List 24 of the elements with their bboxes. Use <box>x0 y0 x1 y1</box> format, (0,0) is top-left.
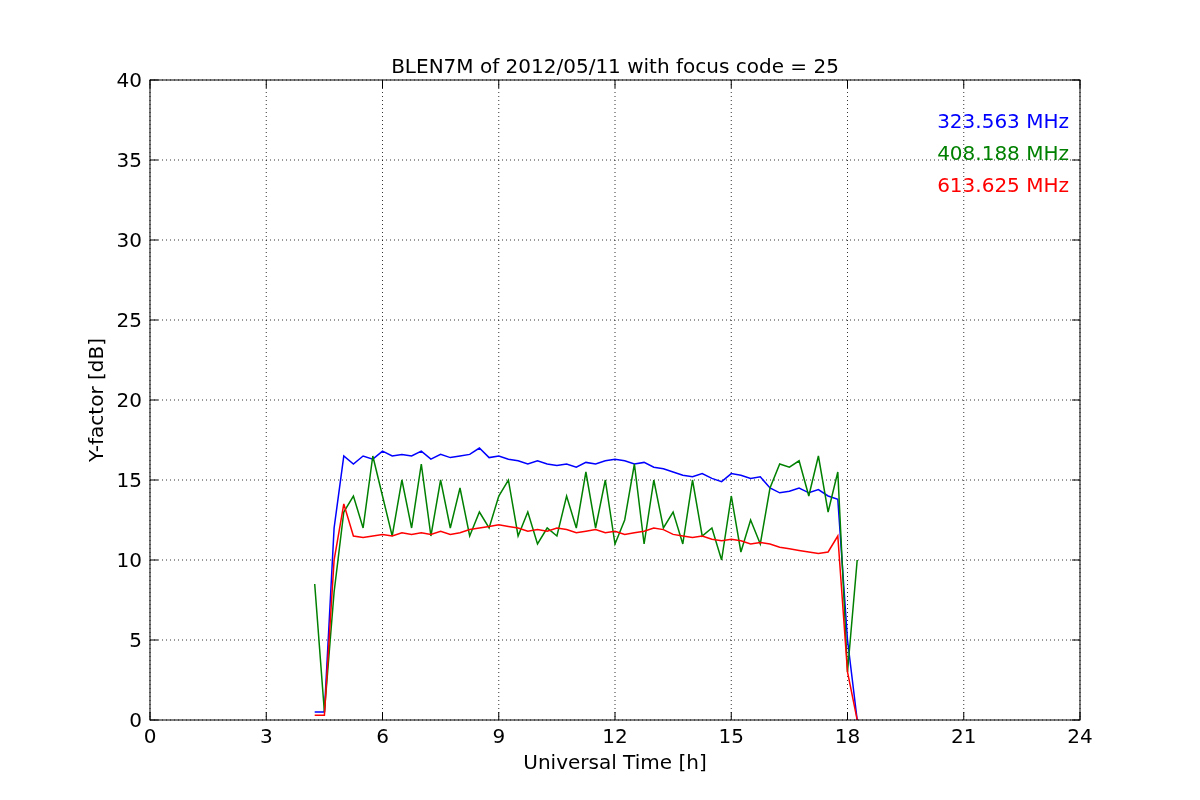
tick-label: 24 <box>1067 724 1093 748</box>
tick-label: 15 <box>116 468 142 492</box>
tick-label: 9 <box>492 724 506 748</box>
tick-label: 18 <box>834 724 861 748</box>
chart-title: BLEN7M of 2012/05/11 with focus code = 25 <box>391 54 839 78</box>
tick-label: 0 <box>143 724 157 748</box>
legend-label: 323.563 MHz <box>937 109 1069 133</box>
tick-label: 3 <box>259 724 273 748</box>
axis-label: Y-factor [dB] <box>84 338 108 462</box>
tick-label: 6 <box>376 724 389 748</box>
tick-label: 12 <box>602 724 628 748</box>
legend-label: 408.188 MHz <box>937 141 1069 165</box>
tick-label: 35 <box>116 148 142 172</box>
tick-label: 20 <box>116 388 142 412</box>
tick-label: 30 <box>116 228 142 252</box>
tick-label: 10 <box>116 548 142 572</box>
tick-label: 21 <box>951 724 977 748</box>
legend-label: 613.625 MHz <box>937 173 1069 197</box>
tick-label: 15 <box>718 724 744 748</box>
tick-label: 25 <box>116 308 142 332</box>
tick-label: 0 <box>129 708 142 732</box>
tick-label: 40 <box>116 68 142 92</box>
tick-label: 5 <box>129 628 142 652</box>
axis-label: Universal Time [h] <box>523 750 707 774</box>
